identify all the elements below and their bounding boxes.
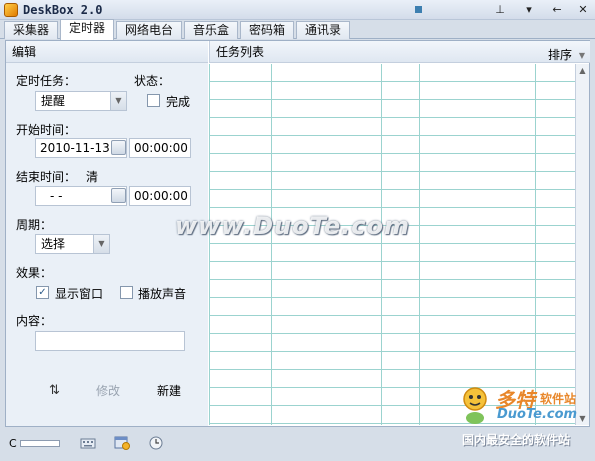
task-type-select[interactable]: 提醒 ▼ bbox=[35, 91, 127, 111]
column-divider bbox=[419, 64, 420, 425]
content-label: 内容： bbox=[16, 314, 53, 328]
show-window-checkbox[interactable]: ✓ bbox=[36, 286, 49, 299]
effect-label: 效果： bbox=[16, 266, 53, 280]
column-divider bbox=[381, 64, 382, 425]
period-select[interactable]: 选择 ▼ bbox=[35, 234, 110, 254]
play-sound-label[interactable]: 播放声音 bbox=[138, 285, 186, 302]
keyboard-icon[interactable] bbox=[80, 436, 96, 450]
status-label: 状态： bbox=[134, 74, 171, 88]
sort-button[interactable]: 排序 bbox=[548, 44, 572, 66]
period-label: 周期： bbox=[16, 218, 53, 232]
mascot-icon bbox=[463, 387, 487, 424]
add-window-icon[interactable] bbox=[114, 436, 130, 450]
tab-bar: 采集器 定时器 网络电台 音乐盒 密码箱 通讯录 bbox=[0, 19, 595, 40]
tab-timer[interactable]: 定时器 bbox=[60, 19, 114, 40]
chevron-down-icon[interactable]: ▼ bbox=[93, 235, 109, 253]
start-time-label: 开始时间： bbox=[16, 123, 77, 137]
status-c-label: C bbox=[9, 437, 17, 450]
play-sound-checkbox[interactable] bbox=[120, 286, 133, 299]
done-label[interactable]: 完成 bbox=[166, 93, 190, 110]
clock-icon[interactable] bbox=[148, 436, 164, 450]
tab-password[interactable]: 密码箱 bbox=[240, 21, 294, 39]
start-time-field[interactable]: 00:00:00 bbox=[129, 138, 191, 158]
back-arrow-icon[interactable]: ← bbox=[549, 2, 565, 18]
tab-music[interactable]: 音乐盒 bbox=[184, 21, 238, 39]
end-clear-button[interactable]: 清 bbox=[86, 168, 98, 185]
task-list-title: 任务列表 bbox=[216, 45, 265, 59]
watermark-brand-soft: 软件站 bbox=[540, 392, 577, 406]
end-time-field[interactable]: 00:00:00 bbox=[129, 186, 191, 206]
pin-icon[interactable]: ⊥ bbox=[492, 2, 508, 18]
skin-icon[interactable] bbox=[410, 2, 426, 18]
watermark-url: DuoTe.com bbox=[497, 407, 578, 422]
period-value: 选择 bbox=[41, 237, 66, 251]
column-divider bbox=[535, 64, 536, 425]
scroll-down-icon[interactable]: ▼ bbox=[576, 412, 589, 425]
refresh-icon[interactable]: ⇅ bbox=[49, 383, 60, 398]
end-date-picker-button[interactable] bbox=[111, 188, 126, 203]
column-divider bbox=[271, 64, 272, 425]
task-type-value: 提醒 bbox=[41, 94, 66, 108]
window-title: DeskBox 2.0 bbox=[23, 3, 103, 17]
end-time-label: 结束时间： bbox=[16, 170, 77, 184]
scroll-up-icon[interactable]: ▲ bbox=[576, 64, 589, 77]
show-window-label[interactable]: 显示窗口 bbox=[55, 285, 103, 302]
modify-button[interactable]: 修改 bbox=[96, 382, 120, 399]
start-date-picker-button[interactable] bbox=[111, 140, 126, 155]
new-button[interactable]: 新建 bbox=[157, 382, 181, 399]
menu-dropdown-icon[interactable]: ▾ bbox=[521, 2, 537, 18]
watermark-slogan: 国内最安全的软件站 bbox=[462, 433, 571, 447]
title-bar: DeskBox 2.0 ⊥ ▾ ← ✕ bbox=[0, 0, 595, 20]
app-icon bbox=[4, 3, 18, 17]
status-progress bbox=[20, 440, 60, 447]
watermark-text: www.DuoTe.com bbox=[175, 212, 410, 240]
close-icon[interactable]: ✕ bbox=[575, 2, 591, 18]
task-label: 定时任务： bbox=[16, 74, 77, 88]
content-input[interactable] bbox=[35, 331, 185, 351]
task-list-header: 任务列表 排序 ▼ bbox=[209, 41, 590, 63]
edit-header: 编辑 bbox=[6, 41, 208, 63]
chevron-down-icon[interactable]: ▼ bbox=[110, 92, 126, 110]
tab-contacts[interactable]: 通讯录 bbox=[296, 21, 350, 39]
tab-collector[interactable]: 采集器 bbox=[4, 21, 58, 39]
task-list-grid[interactable] bbox=[209, 64, 575, 425]
task-list-scrollbar[interactable]: ▲ ▼ bbox=[575, 64, 589, 425]
done-checkbox[interactable] bbox=[147, 94, 160, 107]
tab-radio[interactable]: 网络电台 bbox=[116, 21, 182, 39]
